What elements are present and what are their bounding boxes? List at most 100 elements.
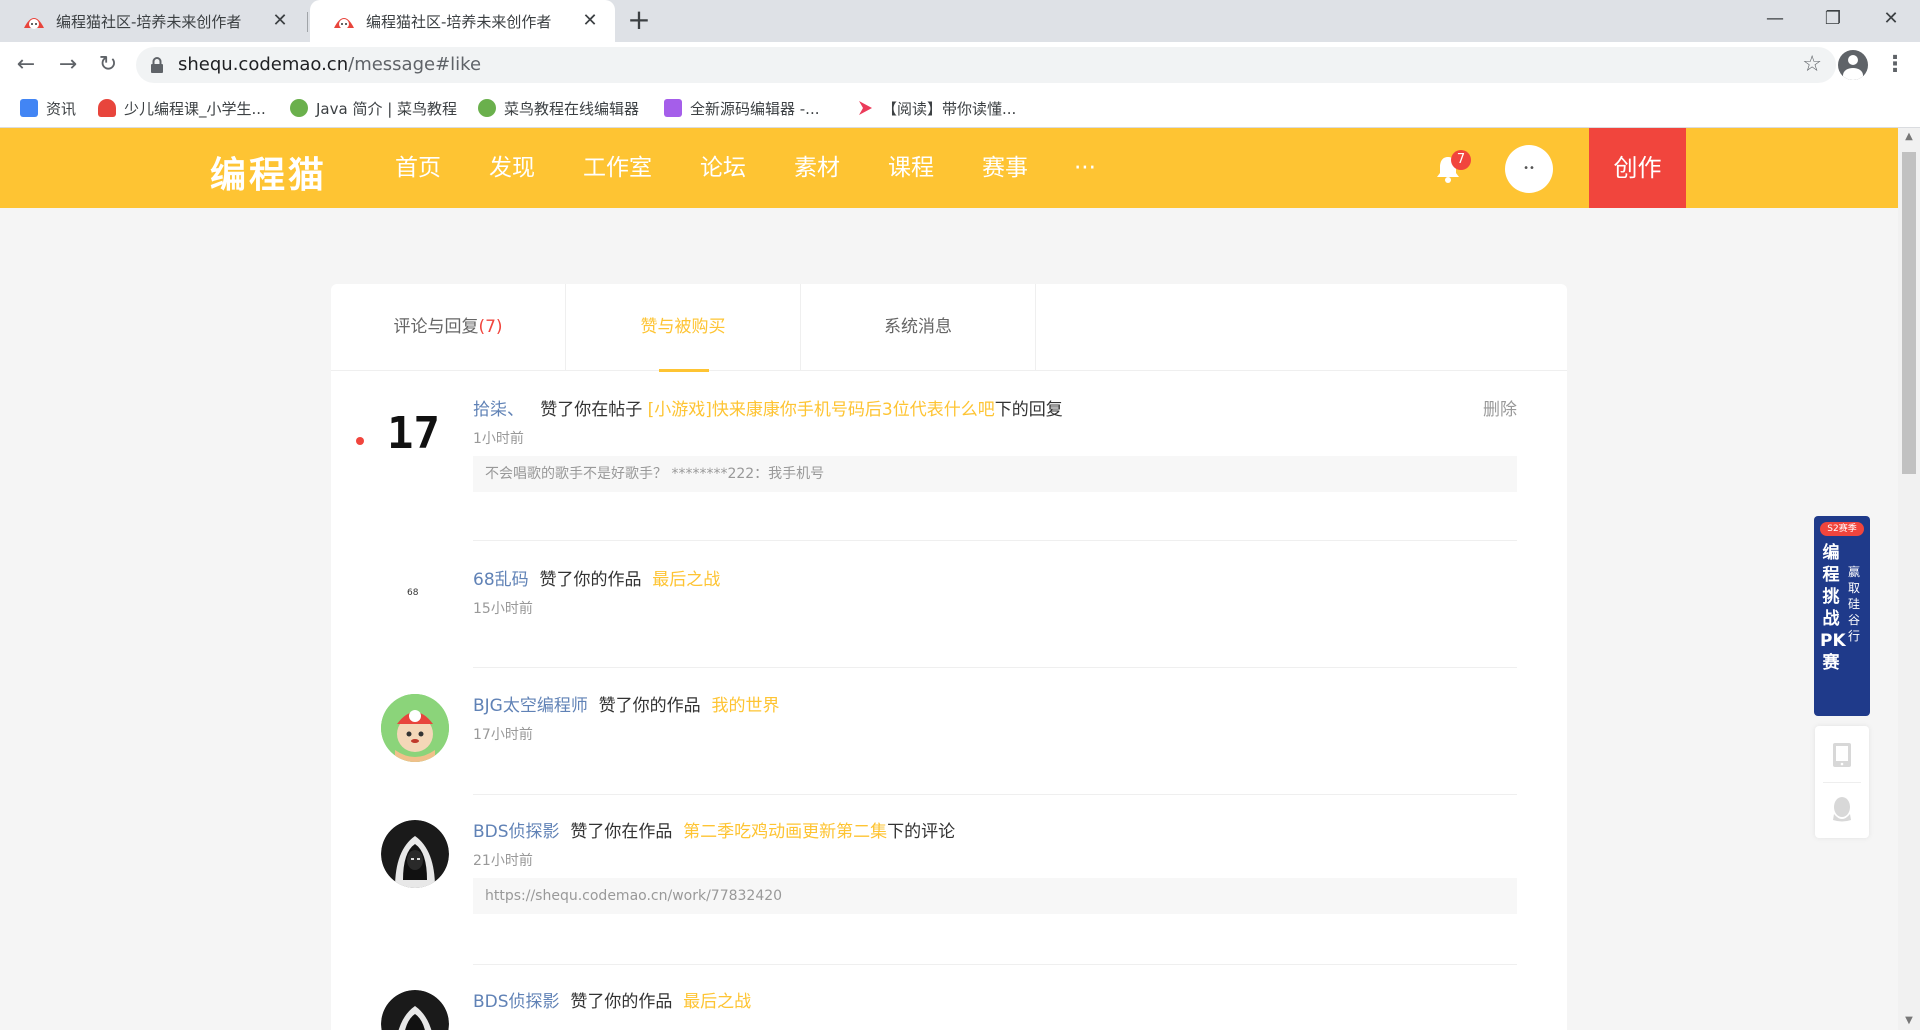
avatar[interactable] xyxy=(381,990,449,1030)
message-user[interactable]: BDS侦探影 xyxy=(473,992,560,1012)
forward-icon[interactable]: → xyxy=(52,49,84,81)
message-time: 21小时前 xyxy=(473,853,533,869)
tab-title: 编程猫社区-培养未来创作者 xyxy=(366,12,552,31)
avatar[interactable]: 17 xyxy=(381,398,449,466)
tab-comments-count: (7) xyxy=(478,317,503,337)
avatar[interactable] xyxy=(381,820,449,888)
nav-events[interactable]: 赛事 xyxy=(982,128,1028,208)
tab-title: 编程猫社区-培养未来创作者 xyxy=(56,12,242,31)
message-card: 评论与回复(7) 赞与被购买 系统消息 17 拾柒、 赞了你在帖子 [小游戏]快… xyxy=(331,284,1567,1030)
avatar-text: 68 xyxy=(407,588,419,598)
message-line: BDS侦探影 赞了你在作品 第二季吃鸡动画更新第二集下的评论 xyxy=(473,820,955,844)
message-target[interactable]: 最后之战 xyxy=(683,992,751,1012)
tab-system[interactable]: 系统消息 xyxy=(801,284,1036,371)
divider xyxy=(1823,782,1861,783)
codemao-icon xyxy=(98,99,116,117)
browser-menu-icon[interactable]: ⋮ xyxy=(1880,50,1910,80)
bookmark-label: 菜鸟教程在线编辑器 xyxy=(504,99,640,118)
tab-close-icon[interactable]: ✕ xyxy=(579,10,601,32)
site-header: 编程猫 首页 发现 工作室 论坛 素材 课程 赛事 ··· 7 •• 创作 xyxy=(0,128,1898,208)
avatar-text: 17 xyxy=(387,408,440,459)
message-target[interactable]: 我的世界 xyxy=(711,696,779,716)
unread-dot xyxy=(356,437,364,445)
nav-materials[interactable]: 素材 xyxy=(794,128,840,208)
divider xyxy=(473,964,1517,965)
nav-more[interactable]: ··· xyxy=(1074,128,1096,208)
message-action: 赞了你在作品 xyxy=(570,822,673,842)
avatar[interactable] xyxy=(381,694,449,762)
back-icon[interactable]: ← xyxy=(10,49,42,81)
lock-icon xyxy=(150,57,164,73)
promo-banner[interactable]: S2赛季 编程挑战PK赛 赢取硅谷行 xyxy=(1814,516,1870,716)
message-action: 赞了你的作品 xyxy=(598,696,701,716)
nav-home[interactable]: 首页 xyxy=(395,128,441,208)
window-close-icon[interactable]: ✕ xyxy=(1862,0,1920,40)
message-quote: 不会唱歌的歌手不是好歌手？ ********222：我手机号 xyxy=(473,456,1517,492)
scroll-up-icon[interactable]: ▲ xyxy=(1898,128,1920,146)
message-action: 赞了你在帖子 xyxy=(540,400,643,420)
avatar[interactable]: 68 xyxy=(381,568,449,636)
cat-character-icon xyxy=(381,694,449,762)
message-user[interactable]: 拾柒、 xyxy=(473,400,524,420)
message-suffix: 下的评论 xyxy=(887,822,956,842)
message-user[interactable]: BJG太空编程师 xyxy=(473,696,588,716)
divider xyxy=(473,540,1517,541)
nav-forum[interactable]: 论坛 xyxy=(700,128,746,208)
float-tools xyxy=(1815,726,1869,838)
bookmark-item[interactable]: 少儿编程课_小学生... xyxy=(98,88,266,128)
nav-courses[interactable]: 课程 xyxy=(888,128,934,208)
create-button[interactable]: 创作 xyxy=(1589,128,1686,208)
site-logo[interactable]: 编程猫 xyxy=(210,146,327,198)
user-avatar[interactable]: •• xyxy=(1505,145,1553,193)
message-target[interactable]: 最后之战 xyxy=(652,570,720,590)
promo-subtitle: 赢取硅谷行 xyxy=(1847,565,1860,643)
message-quote: https://shequ.codemao.cn/work/77832420 xyxy=(473,878,1517,914)
new-tab-icon[interactable]: + xyxy=(624,6,654,36)
message-time: 17小时前 xyxy=(473,727,533,743)
bookmark-item[interactable]: 菜鸟教程在线编辑器 xyxy=(478,88,639,128)
tab-separator xyxy=(307,12,308,32)
message-line: BJG太空编程师 赞了你的作品 我的世界 xyxy=(473,694,779,718)
runoob-icon xyxy=(478,99,496,117)
bookmark-label: 少儿编程课_小学生... xyxy=(124,99,266,118)
minimize-icon[interactable]: — xyxy=(1746,0,1804,40)
divider xyxy=(473,794,1517,795)
bookmark-item[interactable]: 全新源码编辑器 -... xyxy=(664,88,820,128)
promo-season: S2赛季 xyxy=(1820,522,1864,536)
tab-likes[interactable]: 赞与被购买 xyxy=(566,284,801,372)
delete-button[interactable]: 删除 xyxy=(1483,398,1517,422)
tab-system-label: 系统消息 xyxy=(884,317,952,337)
notification-badge: 7 xyxy=(1451,150,1471,170)
message-target[interactable]: 第二季吃鸡动画更新第二集 xyxy=(683,822,887,842)
scroll-down-icon[interactable]: ▼ xyxy=(1898,1012,1920,1030)
message-user[interactable]: BDS侦探影 xyxy=(473,822,560,842)
address-bar[interactable]: shequ.codemao.cn/message#like ☆ xyxy=(136,47,1836,83)
tab-comments-label: 评论与回复 xyxy=(393,317,479,337)
reload-icon[interactable]: ↻ xyxy=(92,49,124,81)
tab-comments[interactable]: 评论与回复(7) xyxy=(331,284,566,371)
browser-tab-active[interactable]: 编程猫社区-培养未来创作者 ✕ xyxy=(310,0,615,42)
scroll-thumb[interactable] xyxy=(1902,152,1916,474)
tab-close-icon[interactable]: ✕ xyxy=(269,10,291,32)
url-host: shequ.codemao.cn xyxy=(178,54,349,75)
profile-icon[interactable] xyxy=(1838,50,1868,80)
nav-discover[interactable]: 发现 xyxy=(489,128,535,208)
message-user[interactable]: 68乱码 xyxy=(473,570,529,590)
bookmark-item[interactable]: Java 简介 | 菜鸟教程 xyxy=(290,88,457,128)
browser-tab[interactable]: 编程猫社区-培养未来创作者 ✕ xyxy=(0,0,305,42)
tablet-icon[interactable] xyxy=(1832,742,1852,768)
qq-icon[interactable] xyxy=(1831,796,1853,822)
runoob-icon xyxy=(290,99,308,117)
message-target[interactable]: [小游戏]快来康康你手机号码后3位代表什么吧 xyxy=(648,400,995,420)
bookmark-item[interactable]: 资讯 xyxy=(20,88,76,128)
bookmarks-bar: 资讯 少儿编程课_小学生... Java 简介 | 菜鸟教程 菜鸟教程在线编辑器… xyxy=(0,88,1920,128)
browser-tab-bar: 编程猫社区-培养未来创作者 ✕ 编程猫社区-培养未来创作者 ✕ + — ❐ ✕ xyxy=(0,0,1920,42)
page-scrollbar[interactable]: ▲ ▼ xyxy=(1898,128,1920,1030)
maximize-icon[interactable]: ❐ xyxy=(1804,0,1862,40)
editor-icon xyxy=(664,99,682,117)
promo-title: 编程挑战PK赛 xyxy=(1820,543,1846,673)
bookmark-star-icon[interactable]: ☆ xyxy=(1802,51,1822,79)
bookmark-item[interactable]: 【阅读】带你读懂... xyxy=(856,88,1016,128)
message-line: 拾柒、 赞了你在帖子 [小游戏]快来康康你手机号码后3位代表什么吧下的回复 xyxy=(473,398,1063,422)
nav-studio[interactable]: 工作室 xyxy=(583,128,652,208)
